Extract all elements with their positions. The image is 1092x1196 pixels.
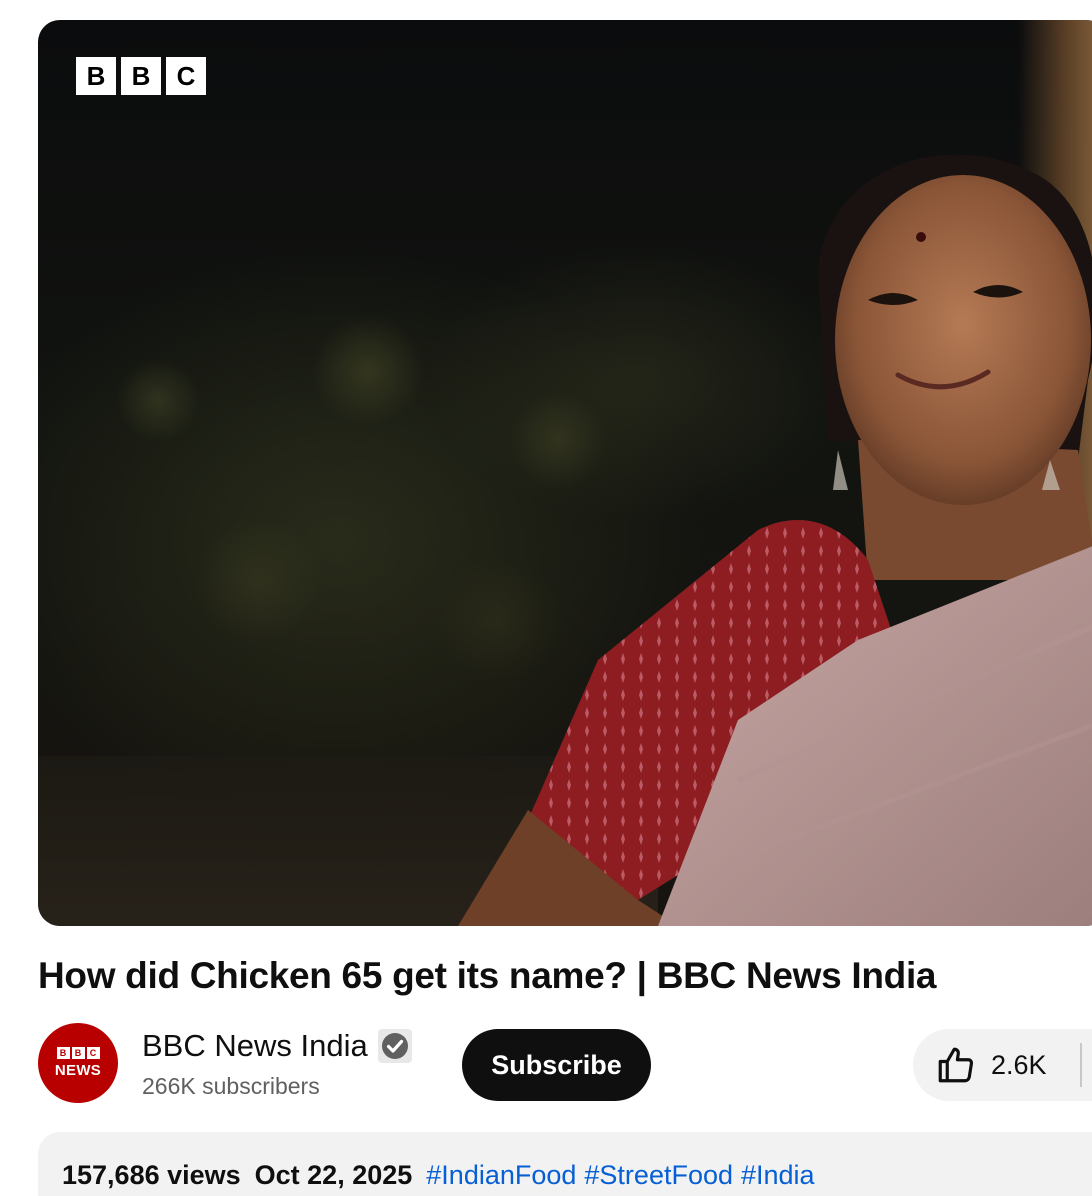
description-box[interactable]: 157,686 views Oct 22, 2025 #IndianFood #… <box>38 1132 1092 1196</box>
bbc-logo-letter: C <box>166 57 206 95</box>
description-meta: 157,686 views Oct 22, 2025 #IndianFood #… <box>62 1160 815 1191</box>
hashtag-link[interactable]: #StreetFood <box>584 1160 733 1191</box>
avatar-letter: B <box>71 1047 85 1059</box>
like-count: 2.6K <box>991 1049 1047 1080</box>
avatar-letter: B <box>56 1047 70 1059</box>
hashtag-link[interactable]: #India <box>741 1160 815 1191</box>
verified-check-icon <box>377 1029 412 1063</box>
upload-date: Oct 22, 2025 <box>254 1160 413 1190</box>
hashtag-list: #IndianFood #StreetFood #India <box>426 1160 814 1191</box>
bbc-watermark-logo: B B C <box>76 57 206 95</box>
channel-avatar[interactable]: B B C NEWS <box>38 1023 118 1103</box>
video-title: How did Chicken 65 get its name? | BBC N… <box>38 955 937 996</box>
bbc-logo-letter: B <box>121 57 161 95</box>
avatar-bbc-blocks: B B C <box>56 1047 100 1059</box>
hashtag-link[interactable]: #IndianFood <box>426 1160 576 1191</box>
video-player[interactable]: B B C <box>38 20 1092 926</box>
like-button[interactable]: 2.6K <box>913 1029 1092 1101</box>
like-dislike-divider <box>1080 1043 1082 1087</box>
channel-name[interactable]: BBC News India <box>142 1028 368 1064</box>
channel-name-row[interactable]: BBC News India <box>142 1028 412 1064</box>
bbc-logo-letter: B <box>76 57 116 95</box>
video-frame-person <box>458 154 1092 926</box>
avatar-news-text: NEWS <box>54 1062 102 1079</box>
subscribe-button[interactable]: Subscribe <box>462 1029 651 1101</box>
avatar-letter: C <box>86 1047 100 1059</box>
thumbs-up-icon <box>938 1047 974 1083</box>
subscriber-count: 266K subscribers <box>142 1073 320 1099</box>
view-count: 157,686 views <box>62 1160 241 1190</box>
